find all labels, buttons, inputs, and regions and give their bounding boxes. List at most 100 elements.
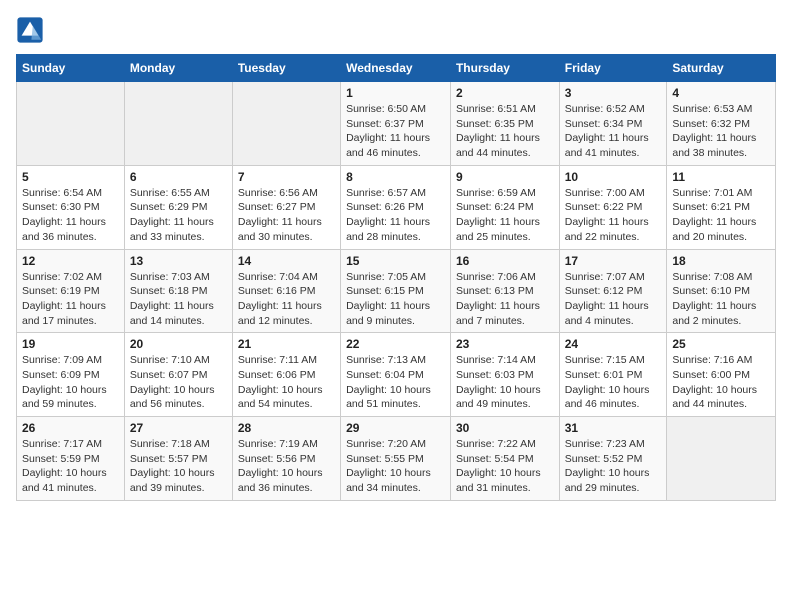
calendar-cell: 3Sunrise: 6:52 AM Sunset: 6:34 PM Daylig…: [559, 82, 667, 166]
day-number: 17: [565, 254, 662, 268]
day-info: Sunrise: 7:02 AM Sunset: 6:19 PM Dayligh…: [22, 270, 119, 329]
day-info: Sunrise: 7:07 AM Sunset: 6:12 PM Dayligh…: [565, 270, 662, 329]
logo: [16, 16, 48, 44]
day-info: Sunrise: 7:16 AM Sunset: 6:00 PM Dayligh…: [672, 353, 770, 412]
calendar-cell: 23 Sunrise: 7:14 AM Sunset: 6:03 PM Dayli…: [450, 333, 559, 417]
day-info: Sunrise: 6:56 AM Sunset: 6:27 PM Dayligh…: [238, 186, 335, 245]
day-info: Sunrise: 7:09 AM Sunset: 6:09 PM Dayligh…: [22, 353, 119, 412]
day-info: Sunrise: 6:51 AM Sunset: 6:35 PM Dayligh…: [456, 102, 554, 161]
day-number: 3: [565, 86, 662, 100]
calendar-cell: 4 Sunrise: 6:53 AM Sunset: 6:32 PM Daylig…: [667, 82, 776, 166]
calendar-cell: 7 Sunrise: 6:56 AM Sunset: 6:27 PM Daylig…: [232, 165, 340, 249]
calendar-cell: 26 Sunrise: 7:17 AM Sunset: 5:59 PM Dayli…: [17, 417, 125, 501]
day-number: 2: [456, 86, 554, 100]
calendar-cell: [124, 82, 232, 166]
day-info: Sunrise: 7:08 AM Sunset: 6:10 PM Dayligh…: [672, 270, 770, 329]
day-info: Sunrise: 6:57 AM Sunset: 6:26 PM Dayligh…: [346, 186, 445, 245]
calendar-cell: 15Sunrise: 7:05 AM Sunset: 6:15 PM Dayli…: [341, 249, 451, 333]
day-number: 7: [238, 170, 335, 184]
day-header-tuesday: Tuesday: [232, 55, 340, 82]
calendar-week-2: 5 Sunrise: 6:54 AM Sunset: 6:30 PM Daylig…: [17, 165, 776, 249]
day-number: 25: [672, 337, 770, 351]
day-info: Sunrise: 7:18 AM Sunset: 5:57 PM Dayligh…: [130, 437, 227, 496]
calendar-cell: 25 Sunrise: 7:16 AM Sunset: 6:00 PM Dayli…: [667, 333, 776, 417]
calendar-cell: 19Sunrise: 7:09 AM Sunset: 6:09 PM Dayli…: [17, 333, 125, 417]
day-info: Sunrise: 7:10 AM Sunset: 6:07 PM Dayligh…: [130, 353, 227, 412]
day-number: 6: [130, 170, 227, 184]
day-number: 22: [346, 337, 445, 351]
calendar-cell: 24 Sunrise: 7:15 AM Sunset: 6:01 PM Dayli…: [559, 333, 667, 417]
day-number: 15: [346, 254, 445, 268]
day-number: 27: [130, 421, 227, 435]
day-info: Sunrise: 7:11 AM Sunset: 6:06 PM Dayligh…: [238, 353, 335, 412]
calendar-cell: 21Sunrise: 7:11 AM Sunset: 6:06 PM Dayli…: [232, 333, 340, 417]
day-info: Sunrise: 7:01 AM Sunset: 6:21 PM Dayligh…: [672, 186, 770, 245]
day-number: 20: [130, 337, 227, 351]
calendar-cell: 12 Sunrise: 7:02 AM Sunset: 6:19 PM Dayli…: [17, 249, 125, 333]
day-info: Sunrise: 7:03 AM Sunset: 6:18 PM Dayligh…: [130, 270, 227, 329]
calendar-cell: [232, 82, 340, 166]
day-number: 30: [456, 421, 554, 435]
calendar-cell: 10Sunrise: 7:00 AM Sunset: 6:22 PM Dayli…: [559, 165, 667, 249]
calendar-cell: 6 Sunrise: 6:55 AM Sunset: 6:29 PM Daylig…: [124, 165, 232, 249]
day-number: 24: [565, 337, 662, 351]
day-info: Sunrise: 6:53 AM Sunset: 6:32 PM Dayligh…: [672, 102, 770, 161]
calendar-cell: 31 Sunrise: 7:23 AM Sunset: 5:52 PM Dayli…: [559, 417, 667, 501]
day-number: 28: [238, 421, 335, 435]
day-info: Sunrise: 7:22 AM Sunset: 5:54 PM Dayligh…: [456, 437, 554, 496]
calendar-cell: 9Sunrise: 6:59 AM Sunset: 6:24 PM Daylig…: [450, 165, 559, 249]
day-info: Sunrise: 6:55 AM Sunset: 6:29 PM Dayligh…: [130, 186, 227, 245]
calendar-cell: 13 Sunrise: 7:03 AM Sunset: 6:18 PM Dayli…: [124, 249, 232, 333]
calendar-table: SundayMondayTuesdayWednesdayThursdayFrid…: [16, 54, 776, 501]
day-info: Sunrise: 7:19 AM Sunset: 5:56 PM Dayligh…: [238, 437, 335, 496]
page-header: [16, 16, 776, 44]
calendar-cell: [667, 417, 776, 501]
calendar-cell: 30 Sunrise: 7:22 AM Sunset: 5:54 PM Dayli…: [450, 417, 559, 501]
day-number: 23: [456, 337, 554, 351]
calendar-week-1: 1Sunrise: 6:50 AM Sunset: 6:37 PM Daylig…: [17, 82, 776, 166]
day-info: Sunrise: 7:23 AM Sunset: 5:52 PM Dayligh…: [565, 437, 662, 496]
day-info: Sunrise: 7:20 AM Sunset: 5:55 PM Dayligh…: [346, 437, 445, 496]
day-number: 4: [672, 86, 770, 100]
calendar-week-5: 26 Sunrise: 7:17 AM Sunset: 5:59 PM Dayli…: [17, 417, 776, 501]
day-info: Sunrise: 7:04 AM Sunset: 6:16 PM Dayligh…: [238, 270, 335, 329]
calendar-cell: 2 Sunrise: 6:51 AM Sunset: 6:35 PM Daylig…: [450, 82, 559, 166]
day-number: 1: [346, 86, 445, 100]
day-number: 16: [456, 254, 554, 268]
header-row: SundayMondayTuesdayWednesdayThursdayFrid…: [17, 55, 776, 82]
logo-icon: [16, 16, 44, 44]
day-number: 13: [130, 254, 227, 268]
day-info: Sunrise: 7:13 AM Sunset: 6:04 PM Dayligh…: [346, 353, 445, 412]
calendar-cell: 16 Sunrise: 7:06 AM Sunset: 6:13 PM Dayli…: [450, 249, 559, 333]
day-number: 26: [22, 421, 119, 435]
day-header-wednesday: Wednesday: [341, 55, 451, 82]
day-number: 29: [346, 421, 445, 435]
day-number: 18: [672, 254, 770, 268]
calendar-cell: 28 Sunrise: 7:19 AM Sunset: 5:56 PM Dayli…: [232, 417, 340, 501]
day-info: Sunrise: 7:15 AM Sunset: 6:01 PM Dayligh…: [565, 353, 662, 412]
calendar-cell: 20 Sunrise: 7:10 AM Sunset: 6:07 PM Dayli…: [124, 333, 232, 417]
calendar-cell: 29 Sunrise: 7:20 AM Sunset: 5:55 PM Dayli…: [341, 417, 451, 501]
calendar-cell: 18 Sunrise: 7:08 AM Sunset: 6:10 PM Dayli…: [667, 249, 776, 333]
calendar-cell: 17 Sunrise: 7:07 AM Sunset: 6:12 PM Dayli…: [559, 249, 667, 333]
calendar-cell: 5 Sunrise: 6:54 AM Sunset: 6:30 PM Daylig…: [17, 165, 125, 249]
calendar-cell: 22 Sunrise: 7:13 AM Sunset: 6:04 PM Dayli…: [341, 333, 451, 417]
calendar-cell: 14Sunrise: 7:04 AM Sunset: 6:16 PM Dayli…: [232, 249, 340, 333]
day-number: 12: [22, 254, 119, 268]
day-header-thursday: Thursday: [450, 55, 559, 82]
calendar-cell: 27 Sunrise: 7:18 AM Sunset: 5:57 PM Dayli…: [124, 417, 232, 501]
day-number: 5: [22, 170, 119, 184]
day-info: Sunrise: 7:06 AM Sunset: 6:13 PM Dayligh…: [456, 270, 554, 329]
day-header-friday: Friday: [559, 55, 667, 82]
day-info: Sunrise: 7:17 AM Sunset: 5:59 PM Dayligh…: [22, 437, 119, 496]
day-number: 8: [346, 170, 445, 184]
day-header-sunday: Sunday: [17, 55, 125, 82]
calendar-cell: 11 Sunrise: 7:01 AM Sunset: 6:21 PM Dayli…: [667, 165, 776, 249]
day-number: 31: [565, 421, 662, 435]
day-number: 9: [456, 170, 554, 184]
day-header-monday: Monday: [124, 55, 232, 82]
day-number: 11: [672, 170, 770, 184]
day-info: Sunrise: 6:54 AM Sunset: 6:30 PM Dayligh…: [22, 186, 119, 245]
day-info: Sunrise: 7:14 AM Sunset: 6:03 PM Dayligh…: [456, 353, 554, 412]
day-header-saturday: Saturday: [667, 55, 776, 82]
